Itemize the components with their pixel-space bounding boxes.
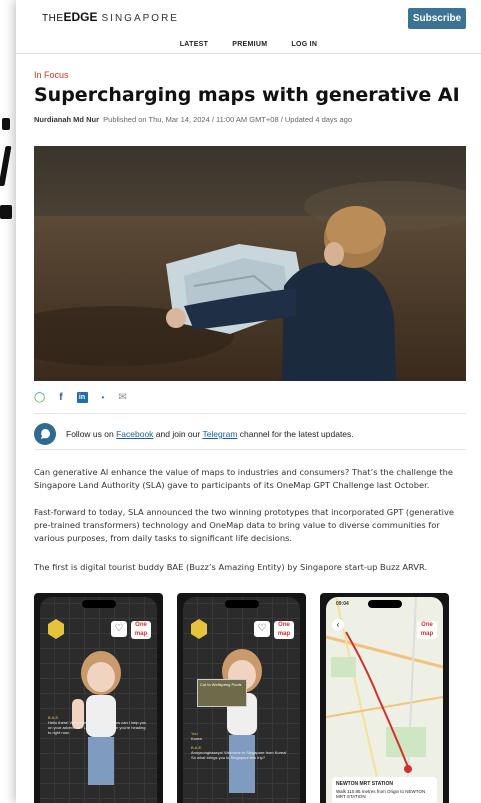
onemap-logo: One map [131,621,151,639]
article-card: THE EDGE SINGAPORE Subscribe LATEST PREM… [16,0,481,803]
app-screenshots: ♡ One map B.A.E. Hello there! Welcome to… [34,593,474,803]
logo-the: THE [42,13,64,24]
publish-info: Published on Thu, Mar 14, 2024 / 11:00 A… [103,115,353,124]
whatsapp-icon[interactable]: ◯ [34,392,45,403]
phone-screen: 09:04 One map ‹ NEWTON MRT STATION Walk … [326,597,443,803]
nav-latest[interactable]: LATEST [180,36,209,53]
body-paragraph: Can generative AI enhance the value of m… [34,467,453,490]
station-name: NEWTON MRT STATION [336,781,393,787]
back-icon[interactable]: ‹ [332,619,344,631]
facebook-icon[interactable]: f [59,392,62,403]
hero-photo [34,146,466,381]
phone-screen: ♡ One map Cut to Wellspring Pools You Ko… [183,597,300,803]
phone-notch [367,600,402,608]
logo-edge: EDGE [63,10,98,24]
phone-mockup: ♡ One map B.A.E. Hello there! Welcome to… [34,593,163,803]
chat-thread: You Korea B.A.E. Annyeonghaseyo! Welcome… [191,731,292,760]
nav-login[interactable]: LOG IN [291,36,317,53]
body-paragraph: The first is digital tourist buddy BAE (… [34,562,428,572]
phone-mockup: 09:04 One map ‹ NEWTON MRT STATION Walk … [320,593,449,803]
author-name[interactable]: Nurdianah Md Nur [34,115,99,124]
site-header: THE EDGE SINGAPORE Subscribe [16,0,481,36]
logo-singapore: SINGAPORE [101,13,179,24]
margin-mark [0,146,12,186]
bot-message: Annyeonghaseyo! Welcome to Singapore fro… [191,750,287,760]
article-kicker[interactable]: In Focus [34,70,69,80]
email-icon[interactable]: ✉ [118,392,126,403]
telegram-link[interactable]: Telegram [202,429,237,439]
linkedin-icon[interactable]: in [76,392,88,403]
status-time: 09:04 [336,601,349,607]
phone-notch [224,600,259,608]
heart-icon[interactable]: ♡ [254,621,270,637]
follow-icon [34,423,56,445]
nav-premium[interactable]: PREMIUM [232,36,267,53]
body-paragraph: Fast-forward to today, SLA announced the… [34,507,454,543]
photo-card[interactable]: Cut to Wellspring Pools [197,679,247,707]
byline: Nurdianah Md Nur Published on Thu, Mar 1… [34,115,352,124]
dot-icon[interactable]: • [102,393,105,402]
margin-mark [2,118,10,130]
article-headline: Supercharging maps with generative AI [34,84,460,106]
site-logo[interactable]: THE EDGE SINGAPORE [42,10,179,24]
phone-notch [81,600,116,608]
follow-prefix: Follow us on [66,429,117,439]
follow-middle: and join our [153,429,203,439]
top-nav: LATEST PREMIUM LOG IN [16,36,481,54]
margin-mark [0,205,12,219]
chat-message: B.A.E. Hello there! Welcome to Singapore… [48,715,149,735]
station-detail: Walk 110.85 metres from Origin to NEWTON… [336,789,426,799]
divider [34,413,466,414]
subscribe-button[interactable]: Subscribe [408,8,466,29]
follow-text: Follow us on Facebook and join our Teleg… [66,429,354,439]
divider [34,449,466,450]
facebook-link[interactable]: Facebook [116,429,153,439]
onemap-logo: One map [274,621,294,639]
avatar [222,649,262,793]
heart-icon[interactable]: ♡ [111,621,127,637]
share-bar: ◯ f in • ✉ [34,392,127,403]
user-message: Korea [191,736,202,741]
bot-message: Hello there! Welcome to Singapore. How c… [48,720,147,735]
onemap-logo: One map [417,621,437,639]
station-card[interactable]: NEWTON MRT STATION Walk 110.85 metres fr… [332,777,437,803]
hero-image [34,146,466,381]
phone-screen: ♡ One map B.A.E. Hello there! Welcome to… [40,597,157,803]
phone-mockup: ♡ One map Cut to Wellspring Pools You Ko… [177,593,306,803]
follow-banner: Follow us on Facebook and join our Teleg… [34,423,354,445]
follow-suffix: channel for the latest updates. [237,429,354,439]
